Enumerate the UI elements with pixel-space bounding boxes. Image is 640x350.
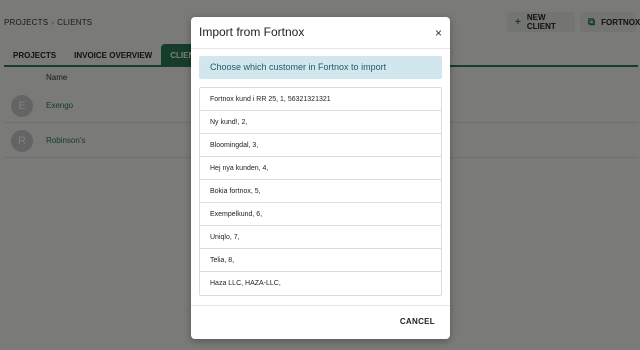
dialog-title: Import from Fortnox [199,25,305,39]
cancel-button[interactable]: CANCEL [400,317,435,326]
info-banner: Choose which customer in Fortnox to impo… [199,56,442,79]
list-item[interactable]: Hej nya kunden, 4, [200,157,441,180]
list-item[interactable]: Fortnox kund i RR 25, 1, 56321321321 [200,88,441,111]
list-item[interactable]: Bloomingdal, 3, [200,134,441,157]
list-item[interactable]: Telia, 8, [200,249,441,272]
list-item[interactable]: Haza LLC, HAZA-LLC, [200,272,441,295]
list-item[interactable]: Exempelkund, 6, [200,203,441,226]
list-item[interactable]: Bokia fortnox, 5, [200,180,441,203]
divider [191,48,450,49]
list-item[interactable]: Ny kund!, 2, [200,111,441,134]
customer-list: Fortnox kund i RR 25, 1, 56321321321 Ny … [199,87,442,296]
import-fortnox-dialog: Import from Fortnox × Choose which custo… [191,17,450,339]
close-icon[interactable]: × [435,26,442,40]
list-item[interactable]: Uniqlo, 7, [200,226,441,249]
divider [191,305,450,306]
